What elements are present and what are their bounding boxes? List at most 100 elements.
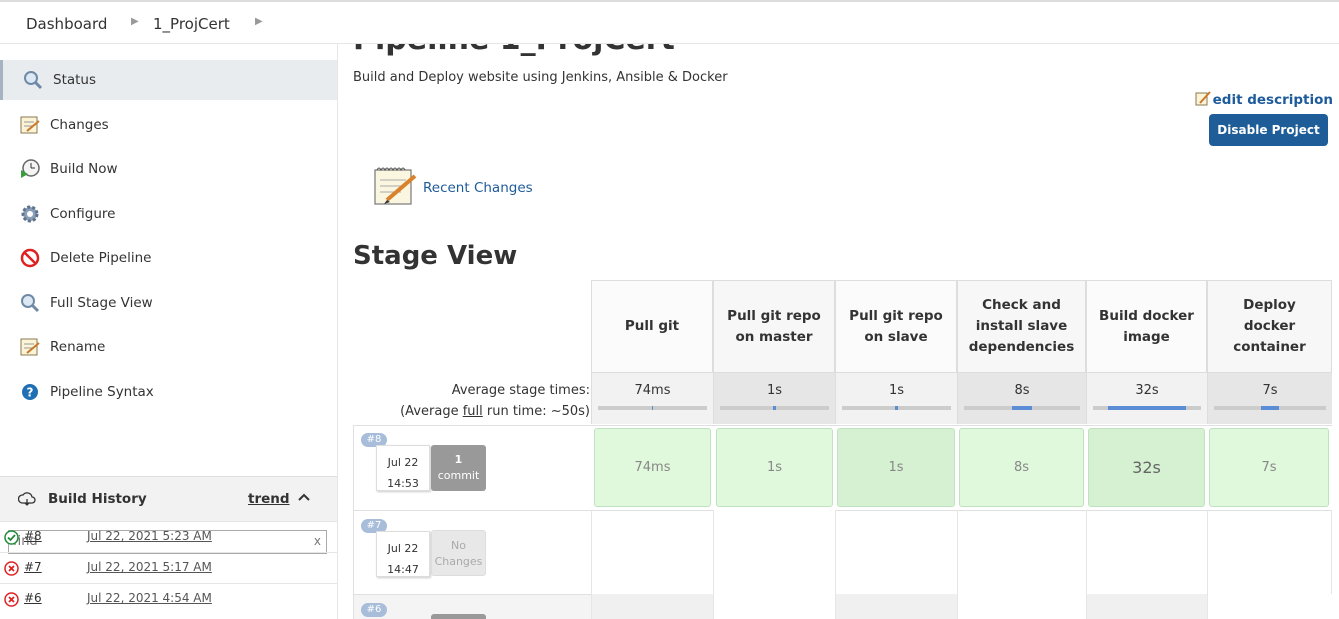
project-description: Build and Deploy website using Jenkins, … [353, 70, 728, 85]
breadcrumb-dropdown-icon[interactable]: ▶ [255, 16, 263, 27]
stage-average-bar [1093, 406, 1201, 410]
chevron-up-icon[interactable] [298, 491, 310, 505]
stage-average-bar [964, 406, 1080, 410]
run-commit-badge[interactable]: No Changes [431, 530, 486, 576]
recent-changes-link[interactable]: Recent Changes [373, 164, 533, 212]
breadcrumb-dashboard[interactable]: Dashboard [26, 15, 107, 33]
sidebar-item-full-stage-view[interactable]: Full Stage View [0, 283, 337, 323]
stage-average-bar [1214, 406, 1326, 410]
run-badge[interactable]: #6 [361, 603, 387, 617]
run-commit-badge[interactable] [431, 614, 486, 619]
stage-header: Deploy docker container [1207, 280, 1332, 373]
stage-cell[interactable]: 74ms [594, 428, 711, 507]
stage-cell[interactable]: 1s [716, 428, 833, 507]
stage-average-value: 7s [1262, 383, 1278, 398]
stage-average-bar [598, 406, 707, 410]
run-date-day: Jul 22 [387, 542, 419, 555]
stage-average-bar [720, 406, 829, 410]
edit-description-link[interactable]: edit description [1195, 90, 1333, 110]
stage-average-fill [895, 406, 898, 410]
breadcrumb: Dashboard ▶ 1_ProjCert ▶ [0, 0, 1339, 44]
build-number-link[interactable]: #6 [24, 591, 42, 605]
build-date-link[interactable]: Jul 22, 2021 4:54 AM [87, 591, 212, 605]
magnifier-icon [22, 69, 44, 91]
empty-stage-cell [713, 594, 835, 619]
stage-average: 8s [957, 373, 1086, 424]
build-date-link[interactable]: Jul 22, 2021 5:23 AM [87, 529, 212, 543]
run-date: Jul 22 14:47 [376, 531, 430, 577]
page-title: Pipeline 1_ProjCert [353, 44, 675, 57]
stage-average-value: 8s [1014, 383, 1030, 398]
sidebar: Status Changes Build Now Configure Delet… [0, 44, 338, 619]
gear-icon [19, 203, 41, 225]
empty-stage-cell [713, 510, 835, 594]
build-number-link[interactable]: #8 [24, 529, 42, 543]
disable-project-button[interactable]: Disable Project [1209, 114, 1328, 146]
stage-average: 1s [713, 373, 835, 424]
sidebar-item-label: Build Now [50, 161, 118, 177]
notepad-icon [19, 336, 41, 358]
sidebar-item-label: Pipeline Syntax [50, 384, 154, 400]
build-row[interactable]: #7 Jul 22, 2021 5:17 AM [0, 552, 337, 583]
sidebar-item-pipeline-syntax[interactable]: ? Pipeline Syntax [0, 372, 337, 412]
stage-header: Pull git repo on slave [835, 280, 957, 373]
sidebar-item-configure[interactable]: Configure [0, 194, 337, 234]
stage-cell[interactable]: 1s [837, 428, 955, 507]
commit-label: commit [437, 469, 480, 482]
sidebar-item-label: Status [53, 72, 97, 88]
build-number-link[interactable]: #7 [24, 560, 42, 574]
stage-average: 7s [1207, 373, 1332, 424]
sidebar-item-delete-pipeline[interactable]: Delete Pipeline [0, 238, 337, 278]
stage-average-value: 32s [1135, 383, 1159, 398]
empty-stage-cell [1086, 510, 1207, 594]
sidebar-item-label: Configure [50, 206, 116, 222]
empty-stage-cell [1086, 594, 1207, 619]
stage-average-fill [1261, 406, 1279, 410]
empty-stage-cell [835, 510, 957, 594]
breadcrumb-separator-icon: ▶ [131, 16, 139, 27]
empty-stage-cell [957, 594, 1086, 619]
run-date-time: 14:53 [387, 477, 419, 490]
run-date-time: 14:47 [387, 563, 419, 576]
stage-average-value: 74ms [634, 383, 671, 398]
empty-stage-cell [591, 510, 713, 594]
build-history-title: Build History [48, 491, 147, 507]
stage-average-bar [842, 406, 951, 410]
empty-stage-cell [1207, 510, 1332, 594]
svg-text:?: ? [27, 386, 34, 400]
run-date-day: Jul 22 [387, 456, 419, 469]
sidebar-item-rename[interactable]: Rename [0, 327, 337, 367]
notepad-icon [19, 114, 41, 136]
recent-changes-label: Recent Changes [423, 180, 533, 196]
sidebar-item-changes[interactable]: Changes [0, 105, 337, 145]
stage-cell[interactable]: 7s [1209, 428, 1329, 507]
cloud-refresh-icon [17, 491, 36, 511]
stage-average-fill [1011, 406, 1033, 410]
stage-average-fill [651, 406, 654, 410]
stage-cell[interactable]: 32s [1088, 428, 1205, 507]
sidebar-item-status[interactable]: Status [0, 60, 337, 100]
success-icon [4, 530, 19, 545]
build-row[interactable]: #8 Jul 22, 2021 5:23 AM [0, 521, 337, 552]
stage-cell[interactable]: 8s [959, 428, 1084, 507]
sidebar-item-build-now[interactable]: Build Now [0, 149, 337, 189]
stage-header: Pull git repo on master [713, 280, 835, 373]
breadcrumb-project[interactable]: 1_ProjCert [153, 15, 230, 33]
no-entry-icon [19, 247, 41, 269]
full-run-link[interactable]: full [463, 404, 483, 419]
magnifier-icon [19, 292, 41, 314]
run-commit-badge[interactable]: 1 commit [431, 445, 486, 491]
stage-header: Build docker image [1086, 280, 1207, 373]
sidebar-item-label: Changes [50, 117, 109, 133]
stage-view-title: Stage View [353, 241, 518, 271]
help-icon: ? [19, 381, 41, 403]
trend-link[interactable]: trend [248, 491, 290, 507]
average-run-time-label: (Average full run time: ~50s) [352, 404, 590, 419]
stage-average: 1s [835, 373, 957, 424]
build-date-link[interactable]: Jul 22, 2021 5:17 AM [87, 560, 212, 574]
stage-average-value: 1s [888, 383, 905, 398]
build-row[interactable]: #6 Jul 22, 2021 4:54 AM [0, 583, 337, 614]
stage-average: 74ms [591, 373, 713, 424]
run-date: Jul 22 14:53 [376, 445, 430, 491]
edit-description-label: edit description [1212, 92, 1333, 108]
